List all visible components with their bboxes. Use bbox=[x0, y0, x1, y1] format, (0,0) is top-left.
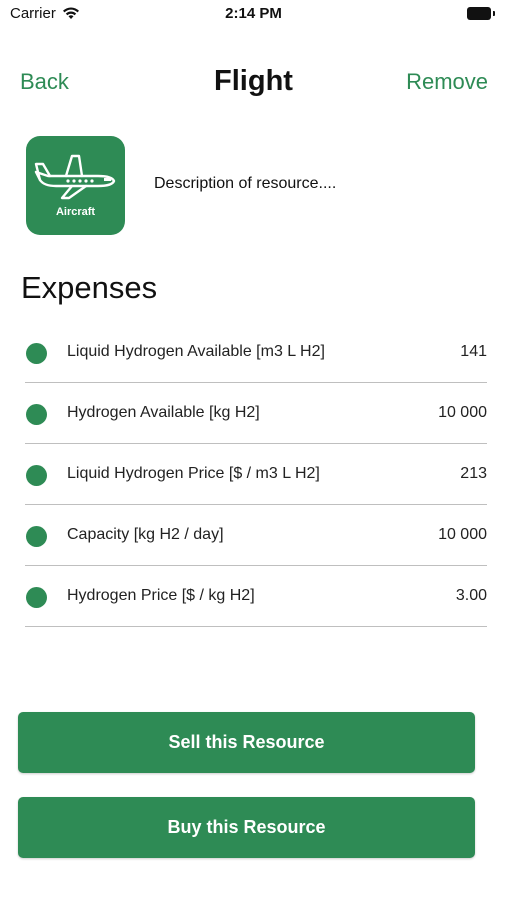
expense-value: 141 bbox=[460, 343, 487, 360]
airplane-icon bbox=[34, 154, 116, 200]
remove-button[interactable]: Remove bbox=[406, 69, 488, 95]
expense-label: Hydrogen Available [kg H2] bbox=[67, 404, 260, 421]
status-dot bbox=[26, 526, 47, 547]
status-dot bbox=[26, 587, 47, 608]
battery-icon bbox=[467, 7, 495, 20]
expense-row[interactable]: Hydrogen Available [kg H2] 10 000 bbox=[25, 383, 487, 444]
sell-resource-button[interactable]: Sell this Resource bbox=[18, 712, 475, 773]
expense-row[interactable]: Liquid Hydrogen Available [m3 L H2] 141 bbox=[25, 322, 487, 383]
expense-label: Capacity [kg H2 / day] bbox=[67, 526, 224, 543]
status-dot bbox=[26, 465, 47, 486]
status-time: 2:14 PM bbox=[225, 5, 282, 22]
navigation-bar: Back Flight Remove bbox=[0, 60, 507, 104]
expense-label: Liquid Hydrogen Available [m3 L H2] bbox=[67, 343, 325, 360]
expense-row[interactable]: Liquid Hydrogen Price [$ / m3 L H2] 213 bbox=[25, 444, 487, 505]
status-dot bbox=[26, 343, 47, 364]
expenses-title: Expenses bbox=[21, 270, 158, 305]
expense-label: Liquid Hydrogen Price [$ / m3 L H2] bbox=[67, 465, 320, 482]
expense-value: 10 000 bbox=[438, 404, 487, 421]
expense-row[interactable]: Capacity [kg H2 / day] 10 000 bbox=[25, 505, 487, 566]
expense-row[interactable]: Hydrogen Price [$ / kg H2] 3.00 bbox=[25, 566, 487, 627]
expense-list: Liquid Hydrogen Available [m3 L H2] 141 … bbox=[25, 322, 487, 627]
status-bar: Carrier 2:14 PM bbox=[0, 0, 507, 28]
expense-value: 10 000 bbox=[438, 526, 487, 543]
expense-value: 3.00 bbox=[455, 587, 487, 604]
buy-resource-button[interactable]: Buy this Resource bbox=[18, 797, 475, 858]
aircraft-icon: Aircraft bbox=[26, 136, 125, 235]
expense-label: Hydrogen Price [$ / kg H2] bbox=[67, 587, 255, 604]
icon-label: Aircraft bbox=[55, 206, 96, 218]
resource-description: Description of resource.... bbox=[154, 175, 337, 192]
expense-value: 213 bbox=[460, 465, 487, 482]
status-dot bbox=[26, 404, 47, 425]
